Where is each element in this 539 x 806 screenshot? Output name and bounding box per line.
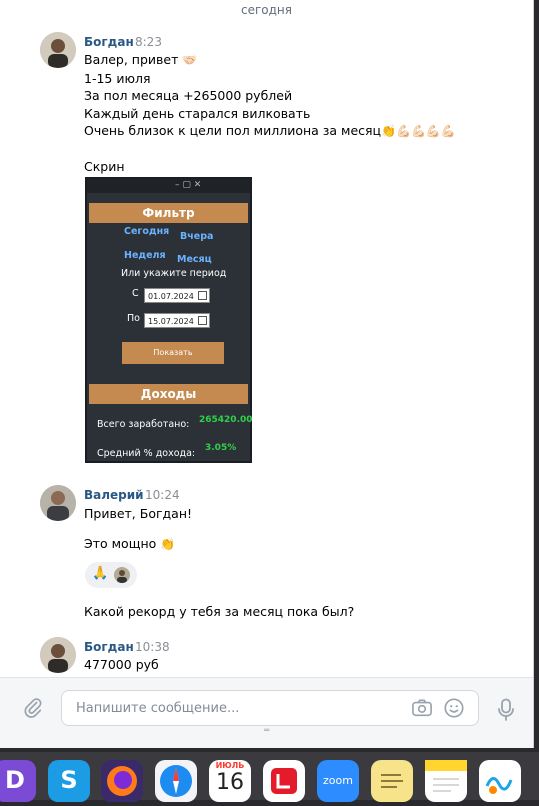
screenshot-titlebar: – ▢ ✕ [87,179,250,193]
message-line: Какой рекорд у тебя за месяц пока был? [84,604,355,619]
message-line [84,141,456,159]
discord-like-icon[interactable]: D [0,760,36,802]
period-prompt: Или укажите период [121,268,227,279]
message-line: 1-15 июля [84,70,151,86]
message-line: Очень близок к цели пол миллиона за меся… [84,123,382,138]
attached-screenshot[interactable]: – ▢ ✕ Фильтр Сегодня Вчера Неделя Месяц … [85,177,252,463]
firefox-icon[interactable] [101,760,143,802]
to-date-field: 15.07.2024 [144,313,210,328]
filter-yesterday: Вчера [180,231,214,242]
message-text: Это мощно 👏 [84,535,175,554]
camera-icon[interactable] [411,698,433,722]
total-earned-label: Всего заработано: [97,419,190,430]
message-author[interactable]: Богдан [84,640,134,654]
clap-emoji: 👏 [160,537,176,551]
microphone-icon[interactable] [497,698,515,726]
emoji-icon[interactable] [443,697,465,723]
date-separator: сегодня [241,3,292,17]
message-line: Привет, Богдан! [84,506,193,521]
message-line: Валер, привет [84,52,179,67]
stickies-icon[interactable] [371,760,413,802]
message-text: Валер, привет 🤝🏻 1-15 июля За пол месяца… [84,51,456,176]
macos-dock: D S ИЮЛЬ 16 zoom [0,752,539,802]
clap-muscle-emoji: 👏💪🏻💪🏻💪🏻💪🏻 [381,124,456,138]
income-header: Доходы [89,384,248,404]
filter-header: Фильтр [89,203,248,223]
message-author[interactable]: Валерий [84,488,144,502]
message-line: 477000 руб [84,657,159,672]
reactor-avatar [114,567,130,583]
message-time: 8:23 [135,35,162,49]
avg-income-value: 3.05% [205,443,237,453]
avatar-valery[interactable] [40,485,76,521]
from-date-value: 01.07.2024 [148,292,194,301]
message-input[interactable] [74,691,408,725]
avatar-bogdan[interactable] [40,32,76,68]
from-date-field: 01.07.2024 [144,288,210,303]
filter-today: Сегодня [124,226,170,237]
notes-icon[interactable] [425,760,467,802]
pray-reaction[interactable]: 🙏 [92,566,108,581]
avg-income-label: Средний % дохода: [97,448,196,459]
chat-window: сегодня Богдан 8:23 Валер, привет 🤝🏻 1-1… [0,0,534,748]
safari-icon[interactable] [155,760,197,802]
screenshot-window: – ▢ ✕ Фильтр Сегодня Вчера Неделя Месяц … [87,179,252,461]
handshake-emoji: 🤝🏻 [182,53,198,67]
calendar-icon[interactable]: ИЮЛЬ 16 [209,760,251,802]
message-time: 10:24 [145,488,180,502]
skype-icon[interactable]: S [48,760,90,802]
reactions-bar[interactable]: 🙏 [85,562,137,588]
message-line: Это мощно [84,536,157,551]
message-time: 10:38 [135,640,170,654]
calendar-icon [198,291,207,300]
from-label: С [132,288,139,299]
message-line: Скрин [84,159,125,174]
filter-week: Неделя [124,250,166,261]
paperclip-icon[interactable] [22,697,44,723]
lightroom-like-icon[interactable] [263,760,305,802]
zoom-label: zoom [323,774,353,787]
freeform-icon[interactable] [479,760,521,802]
total-earned-value: 265420.00 [199,415,252,425]
to-date-value: 15.07.2024 [148,317,194,326]
calendar-icon [198,316,207,325]
window-controls: – ▢ ✕ [175,180,202,190]
message-input-box[interactable] [61,690,479,726]
to-label: По [127,313,140,324]
avatar-bogdan[interactable] [40,637,76,673]
resize-grip-icon[interactable]: ═ [264,726,269,736]
message-line: Каждый день старался вилковать [84,105,311,121]
filter-month: Месяц [177,254,212,265]
message-composer: ═ [0,677,533,748]
zoom-icon[interactable]: zoom [317,760,359,802]
calendar-day: 16 [216,770,244,795]
message-line: За пол месяца +265000 рублей [84,88,293,103]
calendar-month: ИЮЛЬ [215,761,245,770]
show-button: Показать [122,342,224,364]
message-author[interactable]: Богдан [84,35,134,49]
